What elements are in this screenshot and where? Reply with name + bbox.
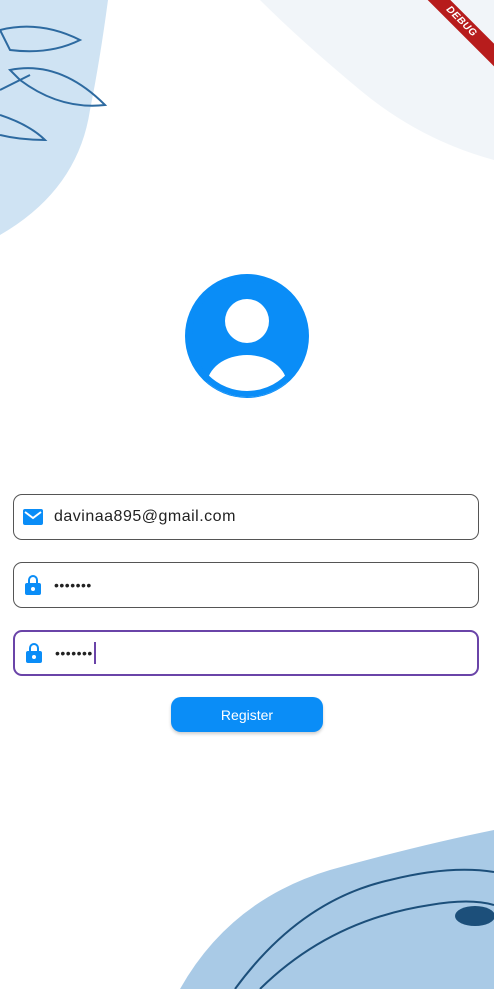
register-button[interactable]: Register bbox=[171, 697, 323, 732]
email-value: davinaa895@gmail.com bbox=[54, 508, 236, 525]
confirm-password-value: ••••••• bbox=[55, 645, 93, 661]
mail-icon bbox=[23, 507, 43, 527]
lock-icon bbox=[23, 575, 43, 595]
confirm-password-field[interactable]: ••••••• bbox=[13, 630, 479, 676]
password-field[interactable]: ••••••• bbox=[13, 562, 479, 608]
lock-icon bbox=[24, 643, 44, 663]
password-value: ••••••• bbox=[54, 577, 92, 593]
email-field[interactable]: davinaa895@gmail.com bbox=[13, 494, 479, 540]
text-cursor bbox=[93, 642, 96, 664]
avatar bbox=[185, 274, 309, 398]
